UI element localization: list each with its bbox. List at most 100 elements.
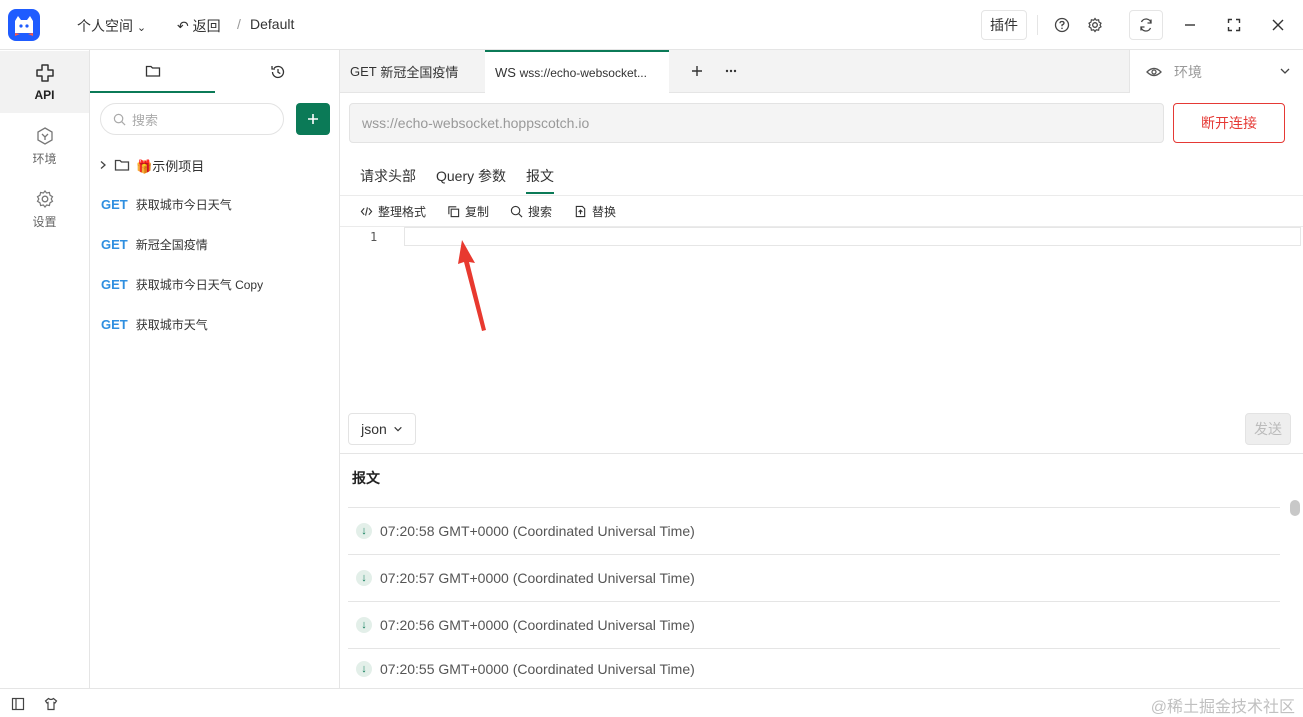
messages-title: 报文	[352, 470, 380, 486]
back-label: 返回	[192, 18, 221, 34]
tab-message[interactable]: 报文	[526, 166, 554, 194]
environment-label: 环境	[1174, 63, 1202, 80]
request-item[interactable]: GET 新冠全国疫情	[101, 233, 208, 255]
close-icon[interactable]	[1266, 13, 1290, 37]
environment-selector[interactable]: 环境	[1129, 50, 1303, 93]
request-name: 新冠全国疫情	[135, 237, 208, 252]
divider	[340, 195, 1303, 196]
undo-icon: ↶	[177, 18, 189, 34]
settings-icon	[36, 189, 53, 208]
status-bar: @稀土掘金技术社区	[0, 688, 1303, 717]
app-logo-icon[interactable]	[8, 9, 40, 41]
list-item[interactable]: ↓ 07:20:58 GMT+0000 (Coordinated Univers…	[348, 507, 1280, 554]
divider	[340, 453, 1303, 454]
message-timestamp: 07:20:58 GMT+0000 (Coordinated Universal…	[380, 523, 695, 539]
folder-icon	[114, 159, 130, 171]
sidebar-toggle-icon[interactable]	[9, 695, 27, 713]
list-item[interactable]: ↓ 07:20:56 GMT+0000 (Coordinated Univers…	[348, 601, 1280, 648]
request-item[interactable]: GET 获取城市天气	[101, 313, 208, 335]
message-timestamp: 07:20:57 GMT+0000 (Coordinated Universal…	[380, 570, 695, 586]
search-button[interactable]: 搜索	[510, 203, 552, 219]
api-icon	[35, 64, 54, 82]
workspace-label: 个人空间	[77, 18, 133, 34]
request-method: GET	[101, 196, 128, 212]
code-icon	[360, 206, 373, 216]
scrollbar[interactable]	[1290, 500, 1300, 516]
search-label: 搜索	[528, 204, 553, 219]
rail-item-api[interactable]: API	[0, 51, 89, 113]
copy-label: 复制	[465, 204, 490, 219]
rail-label-api: API	[34, 88, 55, 102]
disconnect-button[interactable]: 断开连接	[1173, 103, 1285, 143]
search-icon	[510, 205, 523, 217]
request-name: 获取城市天气	[135, 317, 208, 332]
request-method: GET	[101, 316, 128, 332]
tab-query-params[interactable]: Query 参数	[436, 166, 506, 194]
help-icon[interactable]	[1050, 13, 1074, 37]
body-type-label: json	[361, 421, 387, 437]
environment-icon	[36, 126, 53, 145]
line-number: 1	[370, 230, 378, 244]
list-item[interactable]: ↓ 07:20:57 GMT+0000 (Coordinated Univers…	[348, 554, 1280, 601]
replace-label: 替换	[592, 204, 617, 219]
chevron-right-icon	[98, 158, 108, 173]
format-label: 整理格式	[378, 204, 427, 219]
rail-item-environment[interactable]: 环境	[0, 115, 89, 177]
request-item[interactable]: GET 获取城市今日天气 Copy	[101, 273, 263, 295]
chevron-down-icon	[1279, 64, 1291, 80]
eye-icon	[1146, 67, 1162, 76]
send-button[interactable]: 发送	[1245, 413, 1291, 445]
websocket-url-input[interactable]: wss://echo-websocket.hoppscotch.io	[349, 103, 1164, 143]
refresh-icon	[1140, 18, 1152, 32]
breadcrumb-collection[interactable]: Default	[250, 16, 294, 32]
request-method: GET	[101, 276, 128, 292]
collection-search-input[interactable]: 搜索	[100, 103, 284, 135]
tab-method: WS	[495, 65, 516, 80]
folder-name: 示例项目	[152, 158, 205, 174]
replace-button[interactable]: 替换	[574, 203, 616, 219]
gear-icon[interactable]	[1083, 13, 1107, 37]
request-item[interactable]: GET 获取城市今日天气	[101, 193, 232, 215]
arrow-down-icon: ↓	[356, 570, 372, 586]
more-tabs-button[interactable]	[724, 64, 740, 80]
tab-request-websocket[interactable]: WS wss://echo-websocket...	[485, 50, 669, 93]
format-button[interactable]: 整理格式	[360, 203, 426, 219]
tab-headers[interactable]: 请求头部	[360, 166, 416, 194]
file-upload-icon	[575, 205, 586, 217]
message-editor[interactable]	[404, 227, 1301, 246]
rail-label-settings: 设置	[32, 214, 57, 229]
more-icon	[725, 69, 737, 73]
add-collection-button[interactable]	[296, 103, 330, 135]
maximize-icon[interactable]	[1222, 13, 1246, 37]
collections-panel: 搜索 🎁示例项目 GET 获取城市今日天气 GET 新冠全国疫情 GET 获取城…	[90, 50, 340, 688]
watermark: @稀土掘金技术社区	[1150, 699, 1295, 716]
copy-button[interactable]: 复制	[447, 203, 489, 219]
search-icon	[113, 113, 126, 125]
plugins-button[interactable]: 插件	[981, 10, 1027, 40]
request-method: GET	[101, 236, 128, 252]
list-item[interactable]: ↓ 07:20:55 GMT+0000 (Coordinated Univers…	[348, 648, 1280, 688]
breadcrumb-separator: /	[237, 16, 241, 32]
rail-item-settings[interactable]: 设置	[0, 178, 89, 240]
request-name: 获取城市今日天气	[135, 197, 232, 212]
shirt-icon[interactable]	[42, 695, 60, 713]
divider	[1037, 15, 1038, 35]
title-bar: 个人空间 ⌄ ↶ 返回 / Default 插件	[0, 0, 1303, 50]
body-type-select[interactable]: json	[348, 413, 416, 445]
history-icon	[270, 65, 284, 78]
minimize-icon[interactable]	[1178, 13, 1202, 37]
new-tab-button[interactable]	[690, 64, 706, 80]
search-placeholder: 搜索	[132, 112, 159, 128]
tab-title: 新冠全国疫情	[380, 65, 459, 80]
plus-icon	[308, 114, 318, 124]
tab-collections[interactable]	[90, 50, 215, 93]
sync-button[interactable]	[1129, 10, 1163, 40]
back-button[interactable]: ↶ 返回	[177, 16, 221, 36]
tab-request-covid[interactable]: GET 新冠全国疫情	[340, 50, 484, 93]
plus-icon	[692, 66, 702, 76]
message-timestamp: 07:20:55 GMT+0000 (Coordinated Universal…	[380, 660, 695, 677]
arrow-down-icon: ↓	[356, 523, 372, 539]
tab-history[interactable]	[215, 50, 340, 93]
workspace-selector[interactable]: 个人空间 ⌄	[77, 16, 146, 36]
collection-folder[interactable]: 🎁示例项目	[98, 154, 204, 176]
